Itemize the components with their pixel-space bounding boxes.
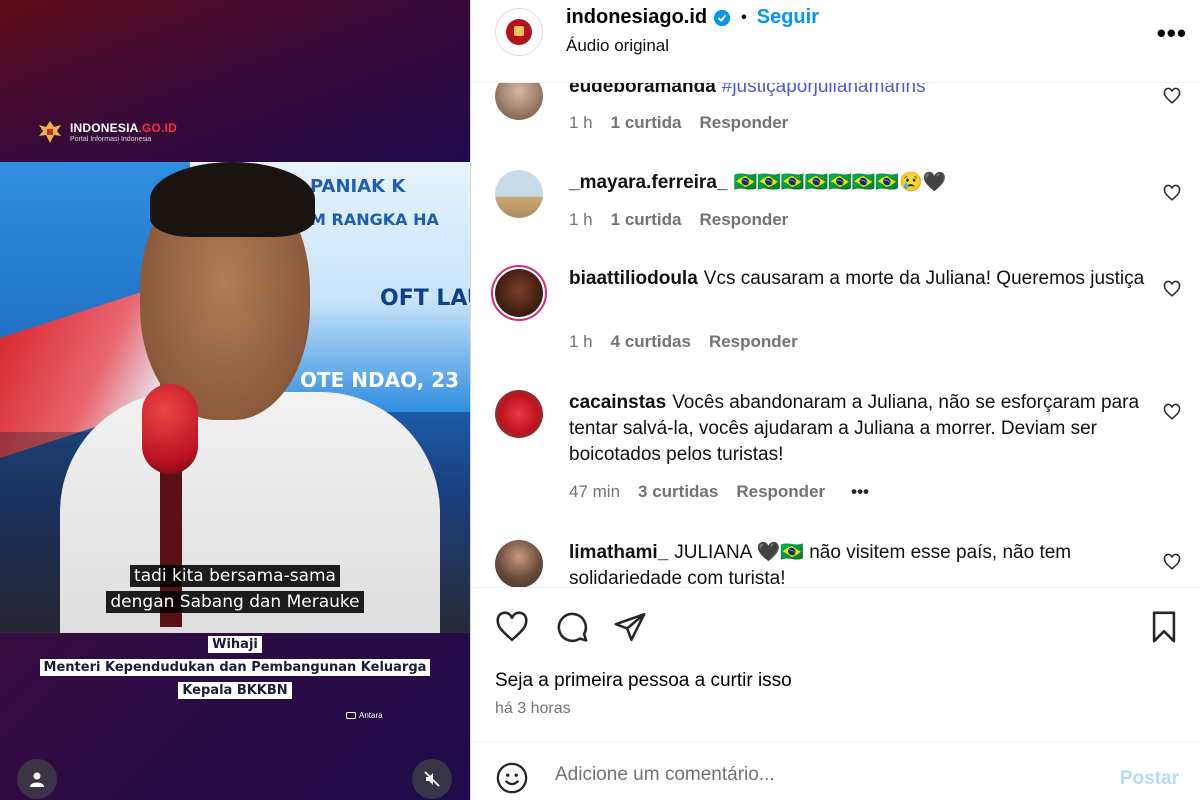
avatar-with-story-ring[interactable]: [491, 265, 547, 321]
likes-summary[interactable]: Seja a primeira pessoa a curtir isso: [495, 670, 792, 692]
reply-button[interactable]: Responder: [700, 113, 789, 133]
post-timestamp[interactable]: há 3 horas: [495, 700, 571, 718]
reply-button[interactable]: Responder: [736, 482, 825, 502]
camera-icon: [346, 712, 356, 719]
speaker-title-caption: Kepala BKKBN: [0, 681, 470, 699]
comment-time: 1 h: [569, 113, 593, 132]
comment-time: 47 min: [569, 482, 621, 501]
heart-icon: [1163, 280, 1181, 297]
comment-bubble-icon: [557, 612, 588, 643]
speaker-muted-icon: [424, 771, 440, 787]
comment-likes[interactable]: 1 curtida: [611, 113, 682, 133]
heart-icon: [1163, 403, 1181, 420]
mute-button[interactable]: [412, 759, 452, 799]
comments-list[interactable]: eudeboramanda #justiçaporjulianamarins 1 …: [471, 60, 1200, 587]
video-source-credit: Antara: [346, 711, 383, 720]
account-avatar[interactable]: [495, 8, 543, 56]
save-button[interactable]: [1147, 610, 1183, 646]
logo-tagline: Portal Informasi Indonesia: [70, 136, 152, 143]
comment-username[interactable]: _mayara.ferreira_: [569, 172, 727, 193]
paper-plane-icon: [614, 612, 646, 642]
share-button[interactable]: [613, 610, 649, 646]
indonesia-go-id-logo: INDONESIA.GO.ID Portal Informasi Indones…: [36, 118, 177, 146]
heart-icon: [1163, 87, 1181, 104]
add-comment-bar: Postar: [471, 741, 1200, 800]
like-button[interactable]: [495, 610, 531, 646]
comment-time: 1 h: [569, 210, 593, 229]
video-frame: PANIAK K M RANGKA HA OFT LAUN OTE NDAO, …: [0, 162, 470, 633]
banner-line: OTE NDAO, 23: [300, 368, 460, 392]
avatar: [495, 269, 543, 317]
comment-text: Vcs causaram a morte da Juliana! Queremo…: [703, 268, 1145, 289]
like-comment-button[interactable]: [1163, 553, 1185, 575]
comment-button[interactable]: [555, 610, 591, 646]
banner-line: PANIAK K: [310, 176, 406, 197]
follow-button[interactable]: Seguir: [757, 6, 819, 29]
video-subtitle: dengan Sabang dan Merauke: [0, 591, 470, 613]
post-panel: eudeboramanda #justiçaporjulianamarins 1 …: [470, 0, 1200, 800]
post-header: indonesiago.id • Seguir Áudio original •…: [471, 0, 1200, 83]
verified-badge-icon: [714, 9, 731, 26]
like-comment-button[interactable]: [1163, 403, 1185, 425]
comment-text: 🇧🇷🇧🇷🇧🇷🇧🇷🇧🇷🇧🇷🇧🇷😢🖤: [733, 172, 947, 193]
garuda-logo-icon: [506, 19, 532, 45]
comment-input[interactable]: [555, 764, 1095, 786]
separator-dot: •: [741, 8, 747, 26]
video-subtitle: tadi kita bersama-sama: [0, 565, 470, 587]
reply-button[interactable]: Responder: [709, 332, 798, 352]
reply-button[interactable]: Responder: [700, 210, 789, 230]
video-player[interactable]: INDONESIA.GO.ID Portal Informasi Indones…: [0, 0, 470, 800]
comment-likes[interactable]: 4 curtidas: [611, 332, 691, 352]
post-actions: Seja a primeira pessoa a curtir isso há …: [471, 587, 1200, 742]
avatar[interactable]: [495, 540, 543, 587]
speaker-title-caption: Menteri Kependudukan dan Pembangunan Kel…: [0, 658, 470, 676]
tagged-user-button[interactable]: [17, 759, 57, 799]
comment-more-options-button[interactable]: •••: [851, 482, 869, 502]
comment-username[interactable]: limathami_: [569, 542, 668, 563]
post-comment-button[interactable]: Postar: [1120, 768, 1179, 790]
banner-line: M RANGKA HA: [310, 210, 439, 229]
heart-icon: [496, 611, 528, 642]
like-comment-button[interactable]: [1163, 184, 1185, 206]
comment-likes[interactable]: 3 curtidas: [638, 482, 718, 502]
comment-likes[interactable]: 1 curtida: [611, 210, 682, 230]
avatar[interactable]: [495, 170, 543, 218]
comment-username[interactable]: cacainstas: [569, 392, 666, 413]
microphone-icon: [142, 384, 198, 474]
avatar[interactable]: [495, 390, 543, 438]
heart-icon: [1163, 184, 1181, 201]
emoji-icon[interactable]: [495, 761, 529, 795]
like-comment-button[interactable]: [1163, 87, 1185, 109]
heart-icon: [1163, 553, 1181, 570]
user-icon: [30, 772, 44, 787]
bookmark-icon: [1152, 611, 1176, 643]
more-options-button[interactable]: •••: [1157, 18, 1187, 49]
original-audio-link[interactable]: Áudio original: [566, 36, 669, 56]
banner-line: OFT LAUN: [380, 286, 470, 311]
garuda-emblem-icon: [36, 118, 64, 146]
comment-time: 1 h: [569, 332, 593, 351]
speaker-hair: [150, 162, 315, 237]
speaker-name-caption: Wihaji: [0, 635, 470, 653]
account-username[interactable]: indonesiago.id: [566, 6, 707, 29]
logo-text: INDONESIA.GO.ID: [70, 121, 178, 135]
comment-username[interactable]: biaattiliodoula: [569, 268, 698, 289]
like-comment-button[interactable]: [1163, 280, 1185, 302]
